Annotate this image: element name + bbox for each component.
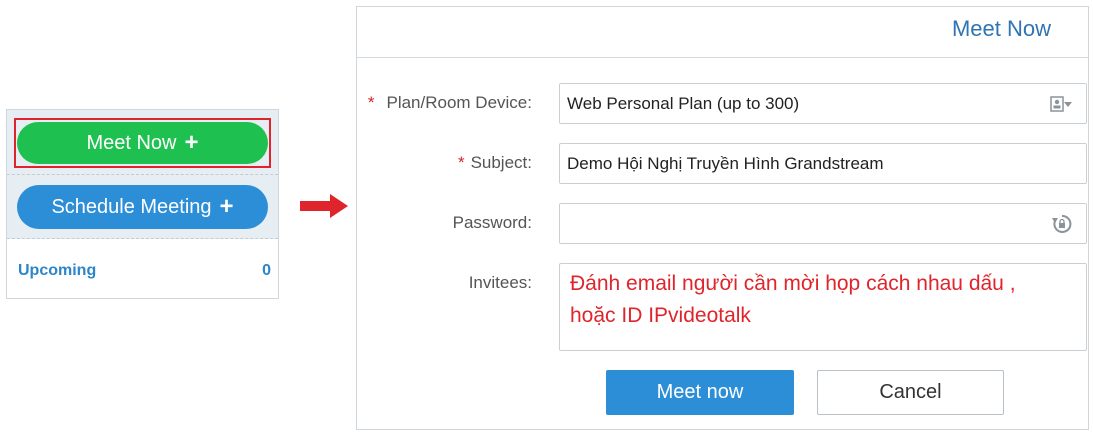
red-arrow-icon [300, 194, 348, 218]
required-mark: * [457, 153, 465, 172]
sidebar-schedule-label: Schedule Meeting [51, 196, 212, 218]
invitees-label: Invitees: [468, 273, 532, 292]
invitees-text: Đánh email người cần mời họp cách nhau d… [570, 272, 1016, 327]
dialog-title: Meet Now [951, 16, 1051, 41]
contact-card-dropdown-icon[interactable] [1050, 96, 1074, 112]
dialog-header: Meet Now [357, 7, 1088, 58]
lock-refresh-icon[interactable] [1052, 214, 1072, 234]
meet-now-button[interactable]: Meet now [606, 370, 794, 415]
subject-input[interactable]: Demo Hội Nghị Truyền Hình Grandstream [559, 143, 1087, 184]
plan-label-text: Plan/Room Device: [386, 93, 532, 112]
subject-value: Demo Hội Nghị Truyền Hình Grandstream [567, 154, 884, 173]
cancel-button[interactable]: Cancel [817, 370, 1004, 415]
password-label: Password: [452, 213, 532, 232]
subject-label-text: Subject: [470, 153, 532, 172]
upcoming-count: 0 [262, 262, 271, 279]
meeting-sidebar-panel: Meet Now + Schedule Meeting + Upcoming 0 [6, 109, 279, 299]
plan-selected-value: Web Personal Plan (up to 300) [567, 94, 800, 113]
plan-room-device-select[interactable]: Web Personal Plan (up to 300) [559, 83, 1087, 124]
password-input[interactable] [559, 203, 1087, 244]
meet-now-dialog: Meet Now * Plan/Room Device: Web Personal… [356, 6, 1089, 430]
subject-label: * Subject: [458, 153, 532, 173]
sidebar-schedule-meeting-button[interactable]: Schedule Meeting + [17, 185, 268, 229]
upcoming-link[interactable]: Upcoming [18, 262, 96, 280]
required-mark: * [367, 93, 375, 112]
invitees-textarea[interactable]: Đánh email người cần mời họp cách nhau d… [559, 263, 1087, 351]
plan-label: * Plan/Room Device: [368, 93, 532, 113]
highlight-annotation-box [14, 118, 271, 168]
plus-icon: + [219, 193, 234, 220]
